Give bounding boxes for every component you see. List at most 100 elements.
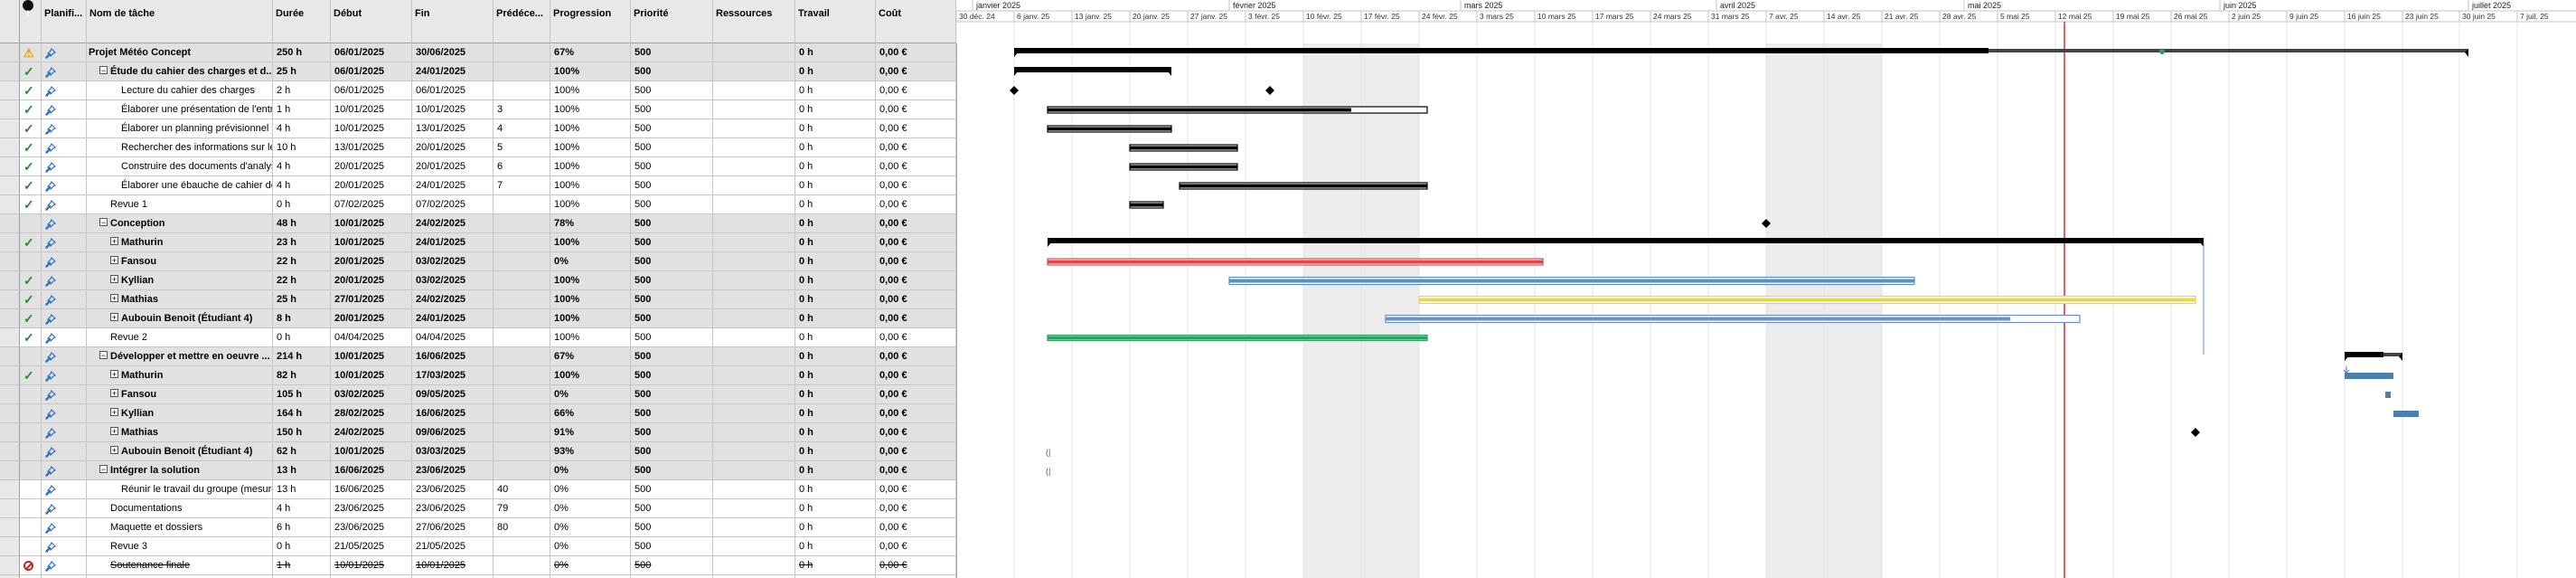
expand-icon[interactable]: + xyxy=(110,313,118,322)
task-finish[interactable]: 10/01/2025 xyxy=(412,100,494,119)
task-name-cell[interactable]: Élaborer une ébauche de cahier de... xyxy=(87,176,273,195)
task-finish[interactable]: 24/01/2025 xyxy=(412,309,494,328)
task-resources[interactable] xyxy=(713,366,795,385)
task-resources[interactable] xyxy=(713,480,795,499)
task-resources[interactable] xyxy=(713,404,795,423)
task-start[interactable]: 13/01/2025 xyxy=(331,138,412,157)
task-indicator[interactable] xyxy=(20,347,42,366)
task-start[interactable]: 06/01/2025 xyxy=(331,81,412,100)
task-progress[interactable]: 93% xyxy=(550,442,631,461)
task-mode[interactable] xyxy=(42,195,87,214)
task-row[interactable]: ✓ + Mathias 25 h 27/01/2025 24/02/2025 100% 500… xyxy=(0,290,956,309)
task-cost[interactable]: 0,00 € xyxy=(876,100,956,119)
task-finish[interactable]: 20/01/2025 xyxy=(412,157,494,176)
task-finish[interactable]: 24/01/2025 xyxy=(412,62,494,81)
task-mode[interactable] xyxy=(42,537,87,556)
task-predecessors[interactable] xyxy=(494,309,550,328)
task-indicator[interactable] xyxy=(20,252,42,271)
task-start[interactable]: 16/06/2025 xyxy=(331,461,412,480)
task-row[interactable]: ✓ + Mathurin 23 h 10/01/2025 24/01/2025 100% 50… xyxy=(0,233,956,252)
task-id[interactable] xyxy=(0,404,20,423)
task-id[interactable] xyxy=(0,537,20,556)
task-start[interactable]: 16/06/2025 xyxy=(331,480,412,499)
task-work[interactable]: 0 h xyxy=(795,499,876,518)
task-priority[interactable]: 500 xyxy=(631,271,713,290)
task-progress[interactable]: 0% xyxy=(550,556,631,575)
expand-icon[interactable]: + xyxy=(110,237,118,246)
task-duration[interactable]: 0 h xyxy=(273,328,331,347)
task-predecessors[interactable] xyxy=(494,366,550,385)
task-resources[interactable] xyxy=(713,442,795,461)
task-indicator[interactable]: ✓ xyxy=(20,290,42,309)
task-duration[interactable]: 22 h xyxy=(273,271,331,290)
task-predecessors[interactable]: 3 xyxy=(494,100,550,119)
task-mode[interactable] xyxy=(42,214,87,233)
task-id[interactable] xyxy=(0,62,20,81)
task-resources[interactable] xyxy=(713,157,795,176)
collapse-icon[interactable]: − xyxy=(99,465,108,474)
task-cost[interactable]: 0,00 € xyxy=(876,176,956,195)
task-progress[interactable]: 100% xyxy=(550,271,631,290)
task-start[interactable]: 20/01/2025 xyxy=(331,309,412,328)
task-row[interactable]: ✓ + Mathurin 82 h 10/01/2025 17/03/2025 100% 50… xyxy=(0,366,956,385)
task-predecessors[interactable] xyxy=(494,62,550,81)
task-cost[interactable]: 0,00 € xyxy=(876,157,956,176)
task-predecessors[interactable]: 6 xyxy=(494,157,550,176)
task-row[interactable]: ✓ Revue 2 0 h 04/04/2025 04/04/2025 100% 500 0 … xyxy=(0,328,956,347)
task-start[interactable]: 10/01/2025 xyxy=(331,442,412,461)
task-id[interactable] xyxy=(0,43,20,62)
task-indicator[interactable]: ⚠ xyxy=(20,43,42,62)
task-duration[interactable]: 0 h xyxy=(273,195,331,214)
task-predecessors[interactable] xyxy=(494,195,550,214)
task-cost[interactable]: 0,00 € xyxy=(876,556,956,575)
task-mode[interactable] xyxy=(42,62,87,81)
task-name-cell[interactable]: + Mathurin xyxy=(87,366,273,385)
task-predecessors[interactable] xyxy=(494,461,550,480)
task-priority[interactable]: 500 xyxy=(631,385,713,404)
task-name-cell[interactable]: Lecture du cahier des charges xyxy=(87,81,273,100)
task-predecessors[interactable] xyxy=(494,43,550,62)
task-progress[interactable]: 91% xyxy=(550,423,631,442)
task-indicator[interactable]: ✓ xyxy=(20,271,42,290)
task-duration[interactable]: 62 h xyxy=(273,442,331,461)
task-finish[interactable]: 09/05/2025 xyxy=(412,385,494,404)
task-duration[interactable]: 1 h xyxy=(273,100,331,119)
task-indicator[interactable] xyxy=(20,499,42,518)
task-row[interactable]: Maquette et dossiers 6 h 23/06/2025 27/06/2… xyxy=(0,518,956,537)
task-name-cell[interactable]: Rechercher des informations sur le... xyxy=(87,138,273,157)
task-row[interactable]: ✓ Élaborer une ébauche de cahier de... 4 h… xyxy=(0,176,956,195)
task-predecessors[interactable] xyxy=(494,423,550,442)
task-start[interactable]: 20/01/2025 xyxy=(331,252,412,271)
task-progress[interactable]: 100% xyxy=(550,366,631,385)
header-finish[interactable]: Fin xyxy=(412,0,494,43)
task-work[interactable]: 0 h xyxy=(795,423,876,442)
task-work[interactable]: 0 h xyxy=(795,214,876,233)
task-finish[interactable]: 30/06/2025 xyxy=(412,43,494,62)
task-indicator[interactable]: ✓ xyxy=(20,119,42,138)
task-start[interactable]: 20/01/2025 xyxy=(331,176,412,195)
task-start[interactable]: 10/01/2025 xyxy=(331,556,412,575)
task-cost[interactable]: 0,00 € xyxy=(876,385,956,404)
task-name-cell[interactable]: Revue 3 xyxy=(87,537,273,556)
task-id[interactable] xyxy=(0,499,20,518)
task-id[interactable] xyxy=(0,366,20,385)
task-resources[interactable] xyxy=(713,347,795,366)
task-cost[interactable]: 0,00 € xyxy=(876,366,956,385)
task-finish[interactable]: 23/06/2025 xyxy=(412,461,494,480)
task-work[interactable]: 0 h xyxy=(795,43,876,62)
task-duration[interactable]: 8 h xyxy=(273,309,331,328)
task-mode[interactable] xyxy=(42,271,87,290)
task-predecessors[interactable]: 40 xyxy=(494,480,550,499)
task-progress[interactable]: 100% xyxy=(550,81,631,100)
task-priority[interactable]: 500 xyxy=(631,100,713,119)
task-id[interactable] xyxy=(0,195,20,214)
task-duration[interactable]: 164 h xyxy=(273,404,331,423)
task-row[interactable]: ⚠ Projet Météo Concept 250 h 06/01/2025 30/0… xyxy=(0,43,956,62)
task-row[interactable]: ✓ Revue 1 0 h 07/02/2025 07/02/2025 100% 500 0 … xyxy=(0,195,956,214)
expand-icon[interactable]: + xyxy=(110,389,118,398)
task-resources[interactable] xyxy=(713,290,795,309)
task-cost[interactable]: 0,00 € xyxy=(876,233,956,252)
task-work[interactable]: 0 h xyxy=(795,347,876,366)
task-predecessors[interactable] xyxy=(494,537,550,556)
task-cost[interactable]: 0,00 € xyxy=(876,309,956,328)
